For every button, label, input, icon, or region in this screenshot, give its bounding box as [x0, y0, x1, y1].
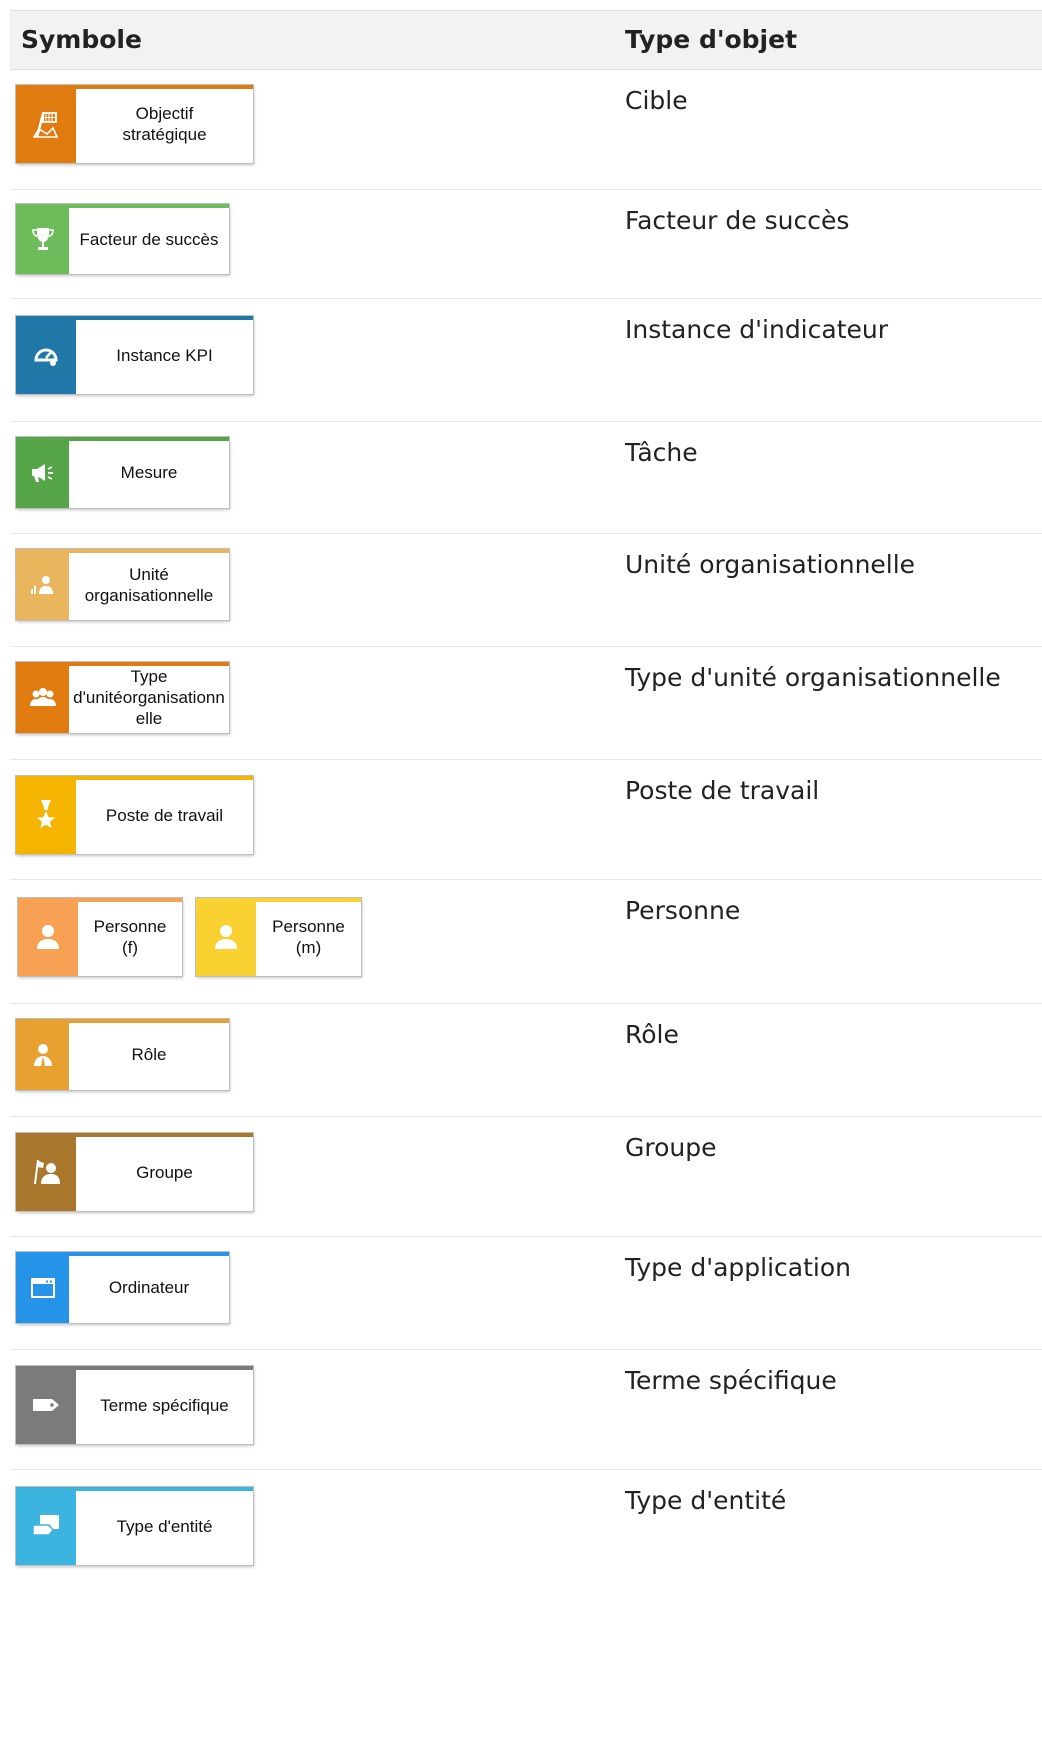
- object-type: Poste de travail: [625, 776, 820, 805]
- org-unit-symbol: Unité organisationnelle: [16, 549, 229, 620]
- symbol-label: Ordinateur: [108, 1278, 190, 1297]
- tag-icon: [33, 1399, 59, 1411]
- object-type: Unité organisationnelle: [625, 550, 916, 579]
- table-row: Terme spécifique Terme spécifique: [10, 1350, 1042, 1470]
- org-unit-type-icon: [29, 687, 56, 706]
- object-type: Rôle: [625, 1020, 679, 1049]
- trophy-icon: [31, 228, 54, 250]
- symbol-label: Personne (m): [272, 917, 345, 957]
- object-type: Instance d'indicateur: [625, 315, 889, 344]
- kpi-instance-symbol: Instance KPI: [16, 316, 253, 394]
- megaphone-icon: [31, 463, 53, 482]
- table-row: Ordinateur Type d'application: [10, 1237, 1042, 1350]
- object-type: Tâche: [625, 438, 698, 467]
- table-row: Poste de travail Poste de travail: [10, 760, 1042, 880]
- role-symbol: Rôle: [16, 1019, 229, 1090]
- window-icon: [30, 1277, 55, 1298]
- entity-icon: [32, 1515, 59, 1536]
- position-star-icon: [37, 800, 55, 828]
- symbol-label: Rôle: [131, 1045, 167, 1064]
- table-row: Facteur de succès Facteur de succès: [10, 190, 1042, 299]
- object-type: Facteur de succès: [625, 206, 850, 235]
- symbol-label: Groupe: [136, 1162, 193, 1182]
- application-type-symbol: Ordinateur: [16, 1252, 229, 1323]
- symbol-label: Type d'unitéorganisationn elle: [73, 667, 225, 728]
- object-type: Terme spécifique: [625, 1366, 837, 1395]
- group-symbol: Groupe: [16, 1133, 253, 1211]
- table-row: Unité organisationnelle Unité organisati…: [10, 534, 1042, 647]
- person-female-symbol: Personne (f): [18, 898, 182, 976]
- group-icon: [34, 1159, 60, 1185]
- object-type: Cible: [625, 86, 688, 115]
- object-type: Personne: [625, 896, 741, 925]
- person-male-symbol: Personne (m): [196, 898, 361, 976]
- symbol-label: Facteur de succès: [79, 229, 219, 249]
- symbol-label: Mesure: [120, 463, 178, 482]
- symbol-label: Personne (f): [93, 917, 167, 957]
- specific-term-symbol: Terme spécifique: [16, 1366, 253, 1444]
- table-row: Mesure Tâche: [10, 422, 1042, 534]
- table-row: Type d'entité Type d'entité: [10, 1470, 1042, 1586]
- symbol-label: Unité organisationnelle: [84, 564, 214, 605]
- symbol-table: Symbole Type d'objet Objectif stratégiqu…: [10, 10, 1042, 1586]
- object-type: Groupe: [625, 1133, 717, 1162]
- role-icon: [33, 1043, 52, 1066]
- object-type: Type d'application: [625, 1253, 852, 1282]
- object-type: Type d'unité organisationnelle: [625, 663, 1001, 692]
- symbol-label: Type d'entité: [116, 1516, 213, 1536]
- org-unit-icon: [30, 575, 53, 594]
- symbol-label: Instance KPI: [116, 345, 213, 365]
- table-row: Type d'unitéorganisationn elle Type d'un…: [10, 647, 1042, 760]
- table-row: Groupe Groupe: [10, 1117, 1042, 1237]
- person-icon: [215, 925, 237, 949]
- table-row: Objectif stratégique Cible: [10, 70, 1042, 190]
- symbol-label: Poste de travail: [105, 805, 224, 825]
- symbol-label: Terme spécifique: [100, 1395, 229, 1415]
- table-row: Personne (f) Personne (m) Personne: [10, 880, 1042, 1004]
- person-icon: [37, 925, 59, 949]
- flag-icon: [33, 112, 59, 138]
- success-factor-symbol: Facteur de succès: [16, 204, 229, 274]
- header-object-type: Type d'objet: [625, 25, 798, 54]
- org-unit-type-symbol: Type d'unitéorganisationn elle: [16, 662, 229, 733]
- table-header: Symbole Type d'objet: [10, 11, 1042, 70]
- object-type: Type d'entité: [625, 1486, 787, 1515]
- header-symbol: Symbole: [21, 25, 142, 54]
- gauge-icon: [34, 348, 58, 366]
- position-symbol: Poste de travail: [16, 776, 253, 854]
- table-row: Rôle Rôle: [10, 1004, 1042, 1117]
- table-row: Instance KPI Instance d'indicateur: [10, 299, 1042, 422]
- strategic-goal-symbol: Objectif stratégique: [16, 85, 253, 163]
- entity-type-symbol: Type d'entité: [16, 1487, 253, 1565]
- measure-symbol: Mesure: [16, 437, 229, 508]
- symbol-label: Objectif stratégique: [122, 104, 207, 144]
